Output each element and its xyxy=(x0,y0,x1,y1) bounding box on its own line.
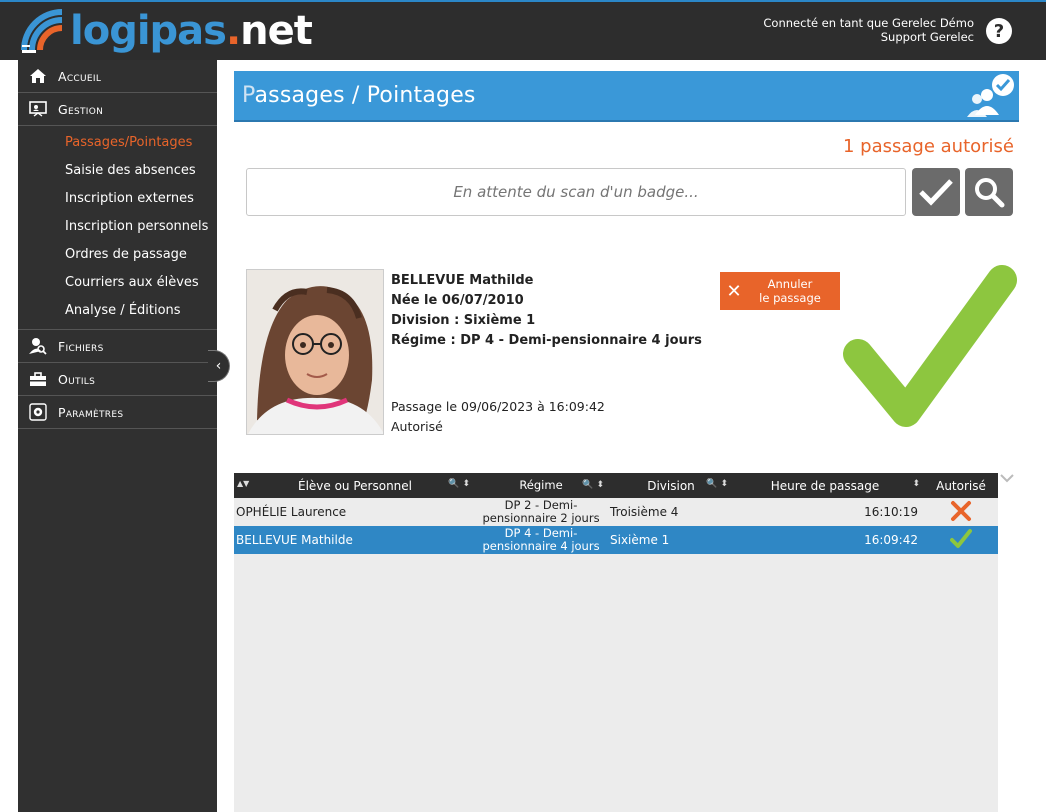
cancel-label-line1: Annuler xyxy=(767,277,813,291)
sidebar-item-fichiers[interactable]: Fichiers xyxy=(18,330,217,363)
sidebar-item-label: Accueil xyxy=(58,68,102,84)
check-icon xyxy=(950,528,972,548)
sidebar-item-accueil[interactable]: Accueil xyxy=(18,60,217,93)
col-header-division[interactable]: Division 🔍 ⬍ xyxy=(608,473,732,498)
cell-time: 16:10:19 xyxy=(864,505,918,519)
passage-datetime: Passage le 09/06/2023 à 16:09:42 xyxy=(391,399,605,414)
passage-status: Autorisé xyxy=(391,419,443,434)
student-photo xyxy=(246,269,384,435)
col-header-name[interactable]: ▲▼ Élève ou Personnel 🔍 ⬍ xyxy=(234,473,474,498)
cell-division: Troisième 4 xyxy=(610,505,679,519)
top-header: logipas.net Connecté en tant que Gerelec… xyxy=(0,0,1046,60)
cell-regime: DP 2 - Demi-pensionnaire 2 jours xyxy=(482,498,600,525)
sidebar: Accueil Gestion Passages/Pointages Saisi… xyxy=(18,60,217,812)
wifi-logo-icon xyxy=(21,9,63,53)
col-header-authorized[interactable]: Autorisé xyxy=(924,473,998,498)
student-name: BELLEVUE Mathilde xyxy=(391,273,534,288)
student-info: BELLEVUE Mathilde Née le 06/07/2010 Divi… xyxy=(391,271,702,434)
authorized-count: 1 passage autorisé xyxy=(843,136,1014,157)
help-icon: ? xyxy=(993,20,1005,42)
user-search-icon xyxy=(18,337,58,355)
submenu-analyse-editions[interactable]: Analyse / Éditions xyxy=(18,297,217,325)
submenu-passages-pointages[interactable]: Passages/Pointages xyxy=(18,129,217,157)
cancel-label-line2: le passage xyxy=(759,291,821,305)
filter-search-icon[interactable]: 🔍 xyxy=(706,479,717,489)
table-row[interactable]: BELLEVUE Mathilde DP 4 - Demi-pensionnai… xyxy=(234,526,998,554)
cancel-passage-button[interactable]: ✕ Annuler le passage xyxy=(720,272,840,310)
cross-icon xyxy=(951,500,971,521)
presentation-icon xyxy=(18,101,58,117)
passages-table-container: ▲▼ Élève ou Personnel 🔍 ⬍ Régime 🔍 ⬍ Divisi… xyxy=(234,473,998,812)
user-info: Connecté en tant que Gerelec Démo Suppor… xyxy=(763,16,974,44)
page-title-bar: Passages / Pointages xyxy=(234,71,1019,122)
sidebar-item-parametres[interactable]: Paramètres xyxy=(18,396,217,429)
close-icon: ✕ xyxy=(726,280,742,302)
cell-time: 16:09:42 xyxy=(864,533,918,547)
cell-authorized xyxy=(924,526,998,554)
logo-text: logipas.net xyxy=(70,8,313,54)
sort-icon[interactable]: ▲▼ xyxy=(237,479,249,488)
authorized-check-icon xyxy=(843,265,1017,427)
sidebar-item-gestion[interactable]: Gestion xyxy=(18,93,217,126)
user-support-label: Support Gerelec xyxy=(880,30,974,44)
toolbox-icon xyxy=(18,371,58,387)
submenu-inscription-externes[interactable]: Inscription externes xyxy=(18,185,217,213)
table-header-row: ▲▼ Élève ou Personnel 🔍 ⬍ Régime 🔍 ⬍ Divisi… xyxy=(234,473,998,498)
sidebar-item-outils[interactable]: Outils xyxy=(18,363,217,396)
chevron-left-icon: ‹ xyxy=(215,358,222,374)
sidebar-item-label: Fichiers xyxy=(58,338,104,354)
sort-icon[interactable]: ⬍ xyxy=(912,479,920,489)
cell-name: OPHÉLIE Laurence xyxy=(236,505,347,519)
user-connected-label: Connecté en tant que Gerelec Démo xyxy=(763,16,974,30)
chevron-down-icon[interactable] xyxy=(1000,472,1014,484)
check-icon xyxy=(919,179,953,206)
cell-division: Sixième 1 xyxy=(610,533,670,547)
sidebar-item-label: Outils xyxy=(58,371,96,387)
validate-button[interactable] xyxy=(912,168,960,216)
cell-name: BELLEVUE Mathilde xyxy=(236,533,353,547)
col-header-time[interactable]: Heure de passage ⬍ xyxy=(732,473,924,498)
table-row[interactable]: OPHÉLIE Laurence DP 2 - Demi-pensionnair… xyxy=(234,498,998,526)
filter-search-icon[interactable]: 🔍 xyxy=(582,480,593,490)
submenu-courriers-eleves[interactable]: Courriers aux élèves xyxy=(18,269,217,297)
help-button[interactable]: ? xyxy=(986,18,1012,44)
submenu-ordres-passage[interactable]: Ordres de passage xyxy=(18,241,217,269)
student-birthdate: Née le 06/07/2010 xyxy=(391,293,524,308)
app-logo[interactable]: logipas.net xyxy=(18,6,313,56)
home-icon xyxy=(18,68,58,84)
sort-icon[interactable]: ⬍ xyxy=(720,479,728,489)
col-header-regime[interactable]: Régime 🔍 ⬍ xyxy=(474,473,608,498)
cell-authorized xyxy=(924,498,998,526)
filter-search-icon[interactable]: 🔍 xyxy=(448,479,459,489)
passages-table: ▲▼ Élève ou Personnel 🔍 ⬍ Régime 🔍 ⬍ Divisi… xyxy=(234,473,998,554)
gear-icon xyxy=(18,403,58,421)
sort-icon[interactable]: ⬍ xyxy=(462,479,470,489)
gestion-submenu: Passages/Pointages Saisie des absences I… xyxy=(18,126,217,330)
search-icon xyxy=(975,178,1005,208)
page-title: Passages / Pointages xyxy=(242,83,476,108)
submenu-saisie-absences[interactable]: Saisie des absences xyxy=(18,157,217,185)
sidebar-collapse-button[interactable]: ‹ xyxy=(208,350,230,382)
student-division: Division : Sixième 1 xyxy=(391,313,536,328)
search-button[interactable] xyxy=(965,168,1013,216)
cell-regime: DP 4 - Demi-pensionnaire 4 jours xyxy=(482,526,600,553)
student-regime: Régime : DP 4 - Demi-pensionnaire 4 jour… xyxy=(391,333,702,348)
users-check-icon xyxy=(967,74,1014,117)
badge-scan-input[interactable] xyxy=(246,168,906,216)
submenu-inscription-personnels[interactable]: Inscription personnels xyxy=(18,213,217,241)
sidebar-item-label: Paramètres xyxy=(58,404,124,420)
sort-icon[interactable]: ⬍ xyxy=(596,480,604,490)
sidebar-item-label: Gestion xyxy=(58,101,104,117)
